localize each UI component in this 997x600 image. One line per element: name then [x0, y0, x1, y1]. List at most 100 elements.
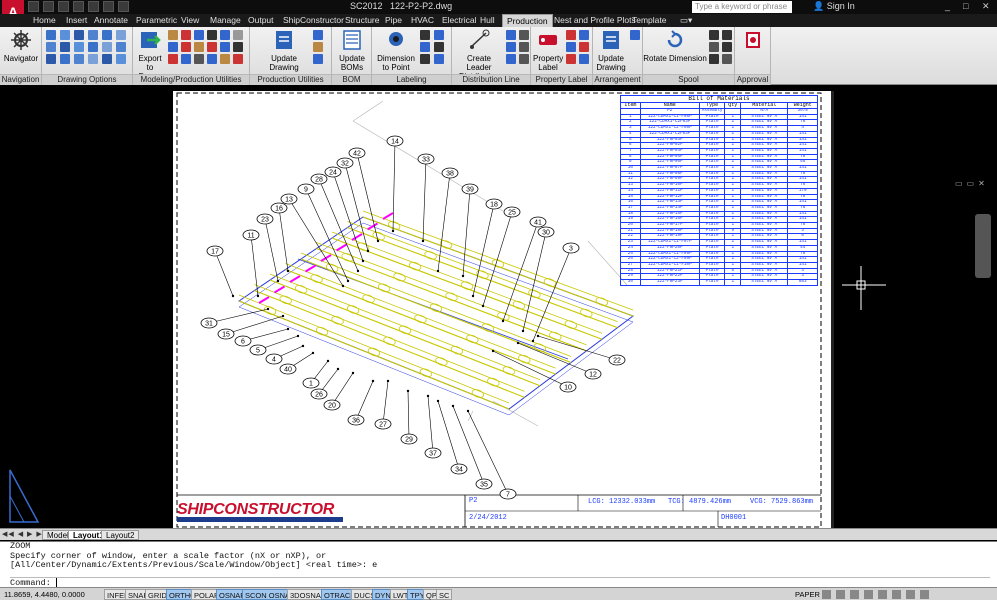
quick-view-layouts-icon[interactable] — [822, 590, 831, 599]
dimension-to-point-button[interactable]: Dimension to Point — [374, 29, 418, 72]
update-boms-button[interactable]: Update BOMs — [333, 29, 371, 72]
minimize-button[interactable]: _ — [945, 1, 950, 11]
tool-icon[interactable] — [579, 42, 589, 52]
item-balloon[interactable]: 13 — [280, 193, 345, 288]
tool-icon[interactable] — [46, 54, 56, 64]
tool-icon[interactable] — [88, 54, 98, 64]
quick-view-drawings-icon[interactable] — [836, 590, 845, 599]
plot-icon[interactable] — [118, 1, 129, 12]
tool-icon[interactable] — [506, 30, 516, 40]
toggle-sc[interactable]: SC — [436, 589, 453, 600]
tool-icon[interactable] — [194, 54, 204, 64]
tool-icon[interactable] — [116, 54, 126, 64]
annotation-scale-icon[interactable] — [878, 590, 887, 599]
tool-icon[interactable] — [102, 42, 112, 52]
tab-production[interactable]: Production — [502, 14, 553, 27]
tool-icon[interactable] — [60, 54, 70, 64]
tool-icon[interactable] — [630, 30, 640, 40]
drawing-canvas[interactable]: 14 42 33 32 24 38 28 9 39 18 13 25 16 41 23 11 30 3 17 31 15… — [0, 86, 997, 531]
tab-electrical[interactable]: Electrical — [438, 14, 480, 27]
item-balloon[interactable]: 32 — [336, 157, 370, 253]
tab-manage[interactable]: Manage — [206, 14, 245, 27]
tab-nest-and-profile-plots[interactable]: Nest and Profile Plots — [550, 14, 640, 27]
item-balloon[interactable]: 39 — [461, 183, 479, 278]
tab-parametric[interactable]: Parametric — [132, 14, 181, 27]
tool-icon[interactable] — [420, 54, 430, 64]
layout-tab-layout2[interactable]: Layout2 — [101, 530, 140, 540]
tab-structure[interactable]: Structure — [341, 14, 384, 27]
tool-icon[interactable] — [60, 42, 70, 52]
tab-view[interactable]: View — [177, 14, 203, 27]
item-balloon[interactable]: 14 — [386, 135, 404, 233]
search-input[interactable]: Type a keyword or phrase — [692, 1, 792, 13]
tab-pipe[interactable]: Pipe — [381, 14, 406, 27]
undo-icon[interactable] — [88, 1, 99, 12]
tab-home[interactable]: Home — [29, 14, 60, 27]
item-balloon[interactable]: 5 — [249, 334, 300, 356]
command-line[interactable]: ZOOM Specify corner of window, enter a s… — [0, 541, 997, 588]
tool-icon[interactable] — [233, 30, 243, 40]
item-balloon[interactable]: 36 — [347, 379, 375, 426]
tool-icon[interactable] — [579, 30, 589, 40]
approval-button[interactable] — [741, 29, 765, 54]
open-icon[interactable] — [43, 1, 54, 12]
tool-icon[interactable] — [722, 54, 732, 64]
tool-icon[interactable] — [74, 30, 84, 40]
viewport-controls[interactable]: ▭▭✕ — [955, 179, 989, 188]
command-input[interactable]: Command: — [10, 577, 990, 588]
item-balloon[interactable]: 10 — [491, 349, 577, 393]
tool-icon[interactable] — [46, 42, 56, 52]
tool-icon[interactable] — [60, 30, 70, 40]
tool-icon[interactable] — [220, 30, 230, 40]
tool-icon[interactable] — [102, 54, 112, 64]
tool-icon[interactable] — [116, 42, 126, 52]
tool-icon[interactable] — [709, 54, 719, 64]
item-balloon[interactable]: 1 — [302, 359, 330, 389]
item-balloon[interactable]: 22 — [536, 334, 626, 366]
arrangement-update-drawing-button[interactable]: Update Drawing — [594, 29, 628, 72]
tool-icon[interactable] — [233, 42, 243, 52]
item-balloon[interactable]: 34 — [436, 399, 468, 475]
tool-icon[interactable] — [220, 42, 230, 52]
tool-icon[interactable] — [207, 42, 217, 52]
item-balloon[interactable]: 6 — [234, 327, 290, 347]
clean-screen-icon[interactable] — [920, 590, 929, 599]
pan-icon[interactable] — [850, 590, 859, 599]
workspace-icon[interactable] — [892, 590, 901, 599]
item-balloon[interactable]: 12 — [516, 341, 602, 380]
tool-icon[interactable] — [434, 30, 444, 40]
tool-icon[interactable] — [181, 54, 191, 64]
ribbon-toggle-icon[interactable]: ▭▾ — [676, 14, 696, 27]
tool-icon[interactable] — [46, 30, 56, 40]
tab-template[interactable]: Template — [628, 14, 671, 27]
tool-icon[interactable] — [566, 42, 576, 52]
tool-icon[interactable] — [420, 30, 430, 40]
tool-icon[interactable] — [207, 30, 217, 40]
tool-icon[interactable] — [566, 54, 576, 64]
update-drawing-button[interactable]: Update Drawing — [258, 29, 310, 72]
tool-icon[interactable] — [181, 30, 191, 40]
tool-icon[interactable] — [313, 54, 323, 64]
tool-icon[interactable] — [88, 30, 98, 40]
tool-icon[interactable] — [519, 30, 529, 40]
tool-icon[interactable] — [194, 42, 204, 52]
tool-icon[interactable] — [116, 30, 126, 40]
tab-hull[interactable]: Hull — [476, 14, 499, 27]
tool-icon[interactable] — [519, 42, 529, 52]
item-balloon[interactable]: 25 — [481, 206, 521, 308]
item-balloon[interactable]: 23 — [256, 213, 280, 283]
tool-icon[interactable] — [709, 42, 719, 52]
item-balloon[interactable]: 4 — [265, 344, 305, 365]
item-balloon[interactable]: 17 — [206, 245, 235, 298]
tool-icon[interactable] — [181, 42, 191, 52]
maximize-button[interactable]: □ — [963, 1, 968, 11]
tool-icon[interactable] — [722, 42, 732, 52]
tool-icon[interactable] — [168, 30, 178, 40]
tab-output[interactable]: Output — [244, 14, 278, 27]
item-balloon[interactable]: 31 — [200, 307, 270, 329]
tool-icon[interactable] — [420, 42, 430, 52]
redo-icon[interactable] — [103, 1, 114, 12]
tool-icon[interactable] — [168, 54, 178, 64]
item-balloon[interactable]: 35 — [451, 404, 493, 490]
tool-icon[interactable] — [220, 54, 230, 64]
